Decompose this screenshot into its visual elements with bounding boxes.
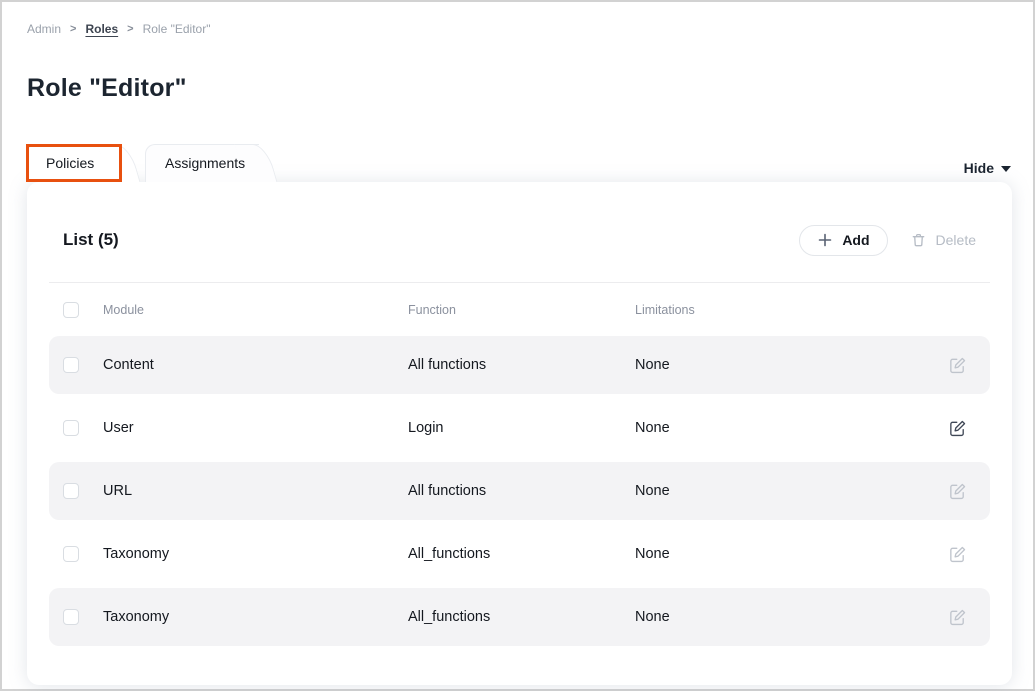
delete-button[interactable]: Delete [910, 232, 976, 249]
breadcrumb-current: Role "Editor" [143, 22, 211, 36]
table-row: Taxonomy All_functions None [49, 525, 990, 583]
row-module: User [103, 420, 408, 436]
row-function: All_functions [408, 609, 635, 625]
breadcrumb-separator: > [127, 23, 133, 35]
table-row: Content All functions None [49, 336, 990, 394]
role-editor-page: { "breadcrumb": { "separator": ">", "ite… [0, 0, 1035, 691]
add-button-label: Add [842, 232, 869, 248]
row-limitations: None [635, 546, 948, 562]
edit-button[interactable] [948, 545, 976, 564]
row-module: URL [103, 483, 408, 499]
list-header: List (5) Add Delete [49, 212, 990, 268]
edit-button[interactable] [948, 356, 976, 375]
row-checkbox[interactable] [63, 609, 79, 625]
select-all-checkbox[interactable] [63, 302, 79, 318]
row-function: All functions [408, 357, 635, 373]
edit-button[interactable] [948, 608, 976, 627]
page-title: Role "Editor" [27, 74, 1033, 103]
row-limitations: None [635, 357, 948, 373]
row-module: Taxonomy [103, 546, 408, 562]
column-header-limitations: Limitations [635, 303, 948, 317]
column-header-module: Module [103, 303, 408, 317]
row-checkbox[interactable] [63, 420, 79, 436]
hide-toggle[interactable]: Hide [964, 160, 1011, 176]
plus-icon [817, 232, 833, 248]
table-row: User Login None [49, 399, 990, 457]
policies-table: Content All functions None User Login No… [49, 336, 990, 646]
tab-assignments-label: Assignments [145, 144, 259, 182]
row-function: All functions [408, 483, 635, 499]
row-module: Content [103, 357, 408, 373]
add-button[interactable]: Add [799, 225, 887, 256]
row-function: Login [408, 420, 635, 436]
breadcrumb: Admin > Roles > Role "Editor" [2, 2, 1033, 36]
edit-icon [948, 482, 967, 501]
hide-toggle-label: Hide [964, 160, 994, 176]
table-header-row: Module Function Limitations [49, 283, 990, 336]
tab-assignments[interactable]: Assignments [145, 144, 259, 182]
list-actions: Add Delete [799, 225, 976, 256]
edit-icon [948, 356, 967, 375]
breadcrumb-separator: > [70, 23, 76, 35]
edit-button[interactable] [948, 482, 976, 501]
policies-panel: List (5) Add Delete Module Function Limi… [27, 182, 1012, 685]
table-row: Taxonomy All_functions None [49, 588, 990, 646]
breadcrumb-admin[interactable]: Admin [27, 22, 61, 36]
edit-icon [948, 608, 967, 627]
list-title: List (5) [63, 230, 119, 250]
edit-icon [948, 545, 967, 564]
row-checkbox[interactable] [63, 357, 79, 373]
edit-button[interactable] [948, 419, 976, 438]
row-limitations: None [635, 483, 948, 499]
delete-button-label: Delete [936, 232, 976, 248]
row-checkbox[interactable] [63, 546, 79, 562]
row-checkbox[interactable] [63, 483, 79, 499]
column-header-function: Function [408, 303, 635, 317]
row-limitations: None [635, 420, 948, 436]
row-module: Taxonomy [103, 609, 408, 625]
caret-down-icon [1001, 166, 1011, 172]
row-function: All_functions [408, 546, 635, 562]
tab-bar: Policies Assignments [26, 144, 259, 182]
trash-icon [910, 232, 927, 249]
edit-icon [948, 419, 967, 438]
tab-policies[interactable]: Policies [26, 144, 122, 182]
table-row: URL All functions None [49, 462, 990, 520]
row-limitations: None [635, 609, 948, 625]
breadcrumb-roles-link[interactable]: Roles [85, 22, 118, 36]
tab-policies-label: Policies [26, 144, 122, 182]
